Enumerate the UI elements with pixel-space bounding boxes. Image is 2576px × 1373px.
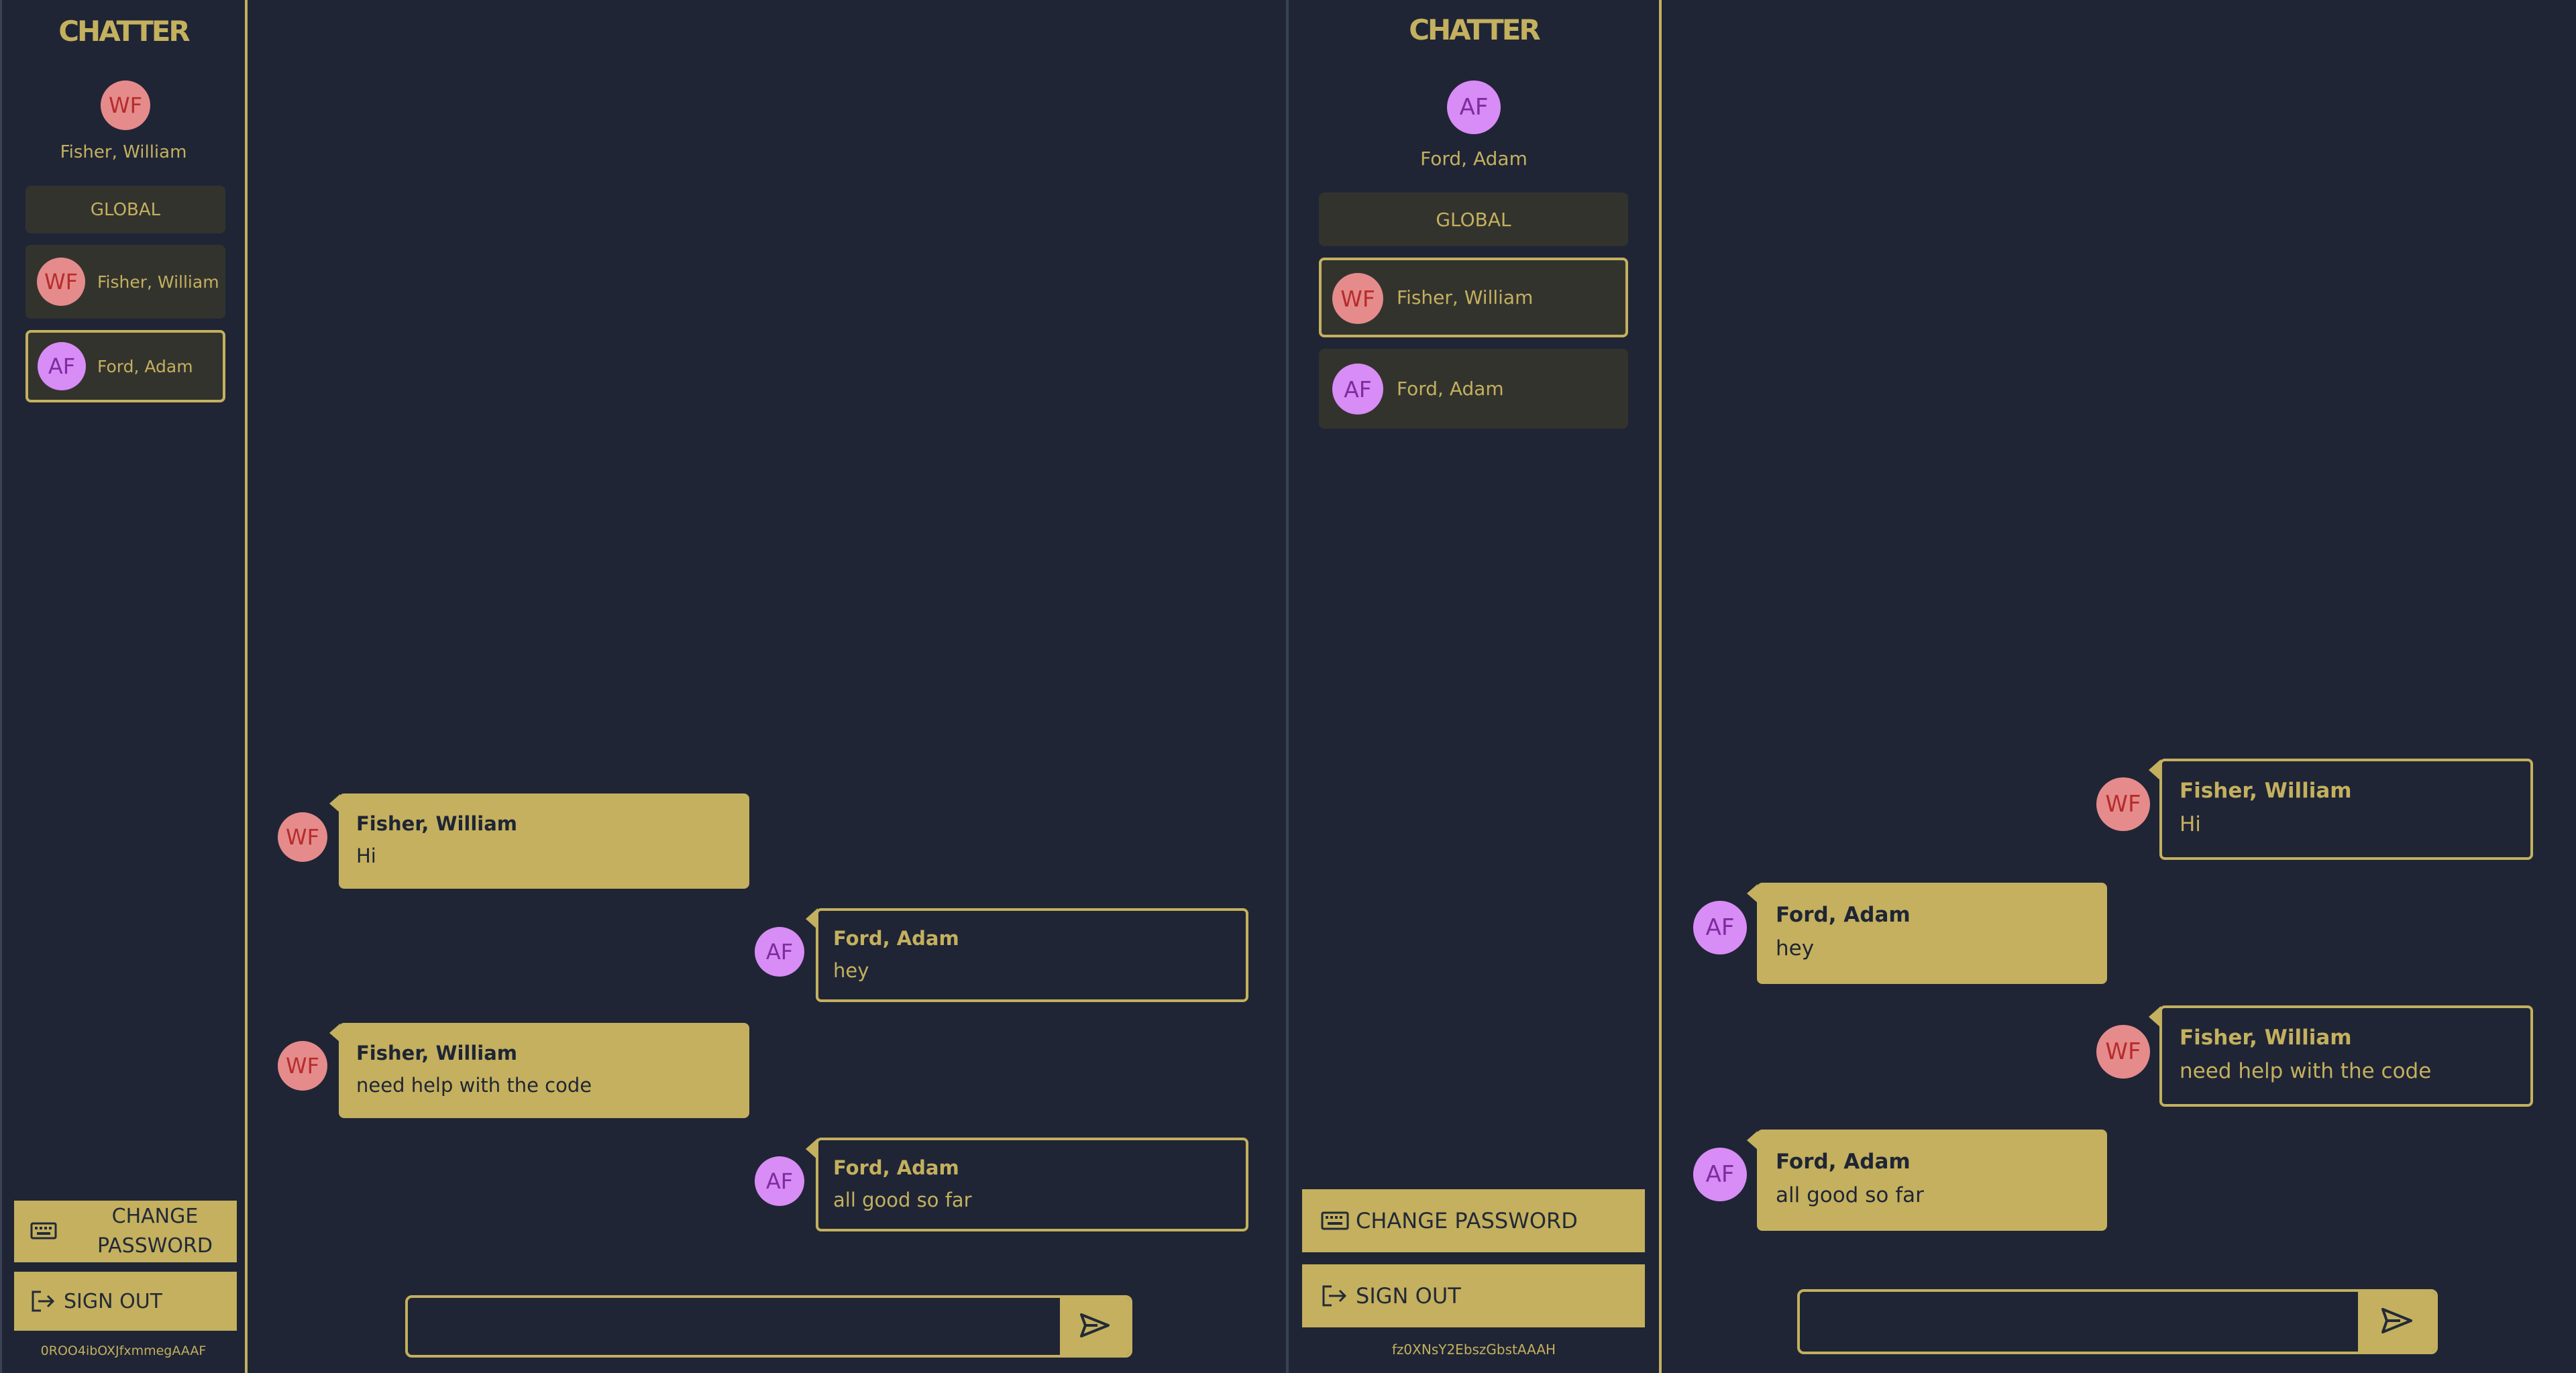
sign-out-label: SIGN OUT — [64, 1289, 163, 1313]
message-sender: Ford, Adam — [833, 927, 959, 950]
message-text: Hi — [356, 844, 376, 867]
send-icon — [2380, 1307, 2414, 1337]
send-icon — [1079, 1312, 1111, 1341]
sign-out-icon — [1321, 1284, 1348, 1311]
message-sender: Fisher, William — [2180, 1026, 2352, 1050]
contact-name: Fisher, William — [1397, 286, 1534, 309]
logo: CHATTER — [1409, 13, 1541, 46]
change-password-button[interactable]: CHANGE PASSWORD — [14, 1201, 237, 1262]
message-text: all good so far — [1776, 1183, 1924, 1207]
message-avatar: AF — [755, 1156, 804, 1206]
contact-avatar: AF — [1332, 364, 1383, 415]
contact-avatar: WF — [1332, 273, 1383, 324]
right-chat-window: CHATTER AF Ford, Adam GLOBAL WF Fisher, … — [1286, 0, 2576, 1373]
sign-out-icon — [30, 1289, 56, 1316]
sign-out-label: SIGN OUT — [1356, 1283, 1461, 1309]
global-channel-button[interactable]: GLOBAL — [25, 186, 225, 233]
message-composer — [1797, 1289, 2438, 1354]
change-password-button[interactable]: CHANGE PASSWORD — [1302, 1189, 1645, 1252]
change-password-label: CHANGE PASSWORD — [1356, 1208, 1578, 1233]
message-text: hey — [1776, 936, 1815, 960]
current-user-avatar: WF — [101, 80, 150, 130]
keyboard-icon — [30, 1221, 57, 1245]
message-bubble: Ford, Adam hey — [816, 908, 1248, 1002]
left-chat-window: CHATTER WF Fisher, William GLOBAL WF Fis… — [0, 0, 1286, 1373]
message-input[interactable] — [1800, 1292, 2363, 1352]
message-input[interactable] — [408, 1298, 1065, 1355]
message-bubble: Ford, Adam all good so far — [1757, 1130, 2107, 1231]
right-sidebar: CHATTER AF Ford, Adam GLOBAL WF Fisher, … — [1289, 0, 1662, 1373]
message-avatar: WF — [278, 1041, 327, 1091]
keyboard-icon — [1321, 1210, 1349, 1235]
global-channel-button[interactable]: GLOBAL — [1319, 193, 1628, 246]
message-sender: Fisher, William — [356, 812, 518, 835]
message-avatar: AF — [755, 927, 804, 977]
contact-name: Ford, Adam — [1397, 378, 1504, 400]
message-composer — [405, 1295, 1132, 1358]
message-bubble: Fisher, William need help with the code — [339, 1023, 749, 1118]
bubble-tail — [1747, 884, 1758, 903]
contact-ford-adam[interactable]: AF Ford, Adam — [1319, 349, 1628, 429]
contact-name: Fisher, William — [97, 272, 219, 292]
message-bubble: Fisher, William need help with the code — [2159, 1005, 2533, 1107]
message-sender: Ford, Adam — [833, 1156, 959, 1179]
message-text: need help with the code — [356, 1074, 592, 1097]
logo: CHATTER — [58, 15, 191, 48]
left-sidebar: CHATTER WF Fisher, William GLOBAL WF Fis… — [2, 0, 248, 1373]
message-avatar: AF — [1693, 901, 1747, 954]
message-bubble: Ford, Adam all good so far — [816, 1138, 1248, 1231]
message-text: all good so far — [833, 1189, 972, 1211]
message-text: hey — [833, 959, 869, 982]
session-id: 0ROO4ibOXJfxmmegAAAF — [40, 1343, 207, 1358]
message-avatar: WF — [2096, 777, 2150, 831]
current-user-avatar: AF — [1447, 80, 1501, 134]
contact-avatar: AF — [38, 342, 86, 390]
contact-fisher-william[interactable]: WF Fisher, William — [25, 245, 225, 319]
send-button[interactable] — [2358, 1292, 2435, 1352]
message-bubble: Ford, Adam hey — [1757, 883, 2107, 984]
message-bubble: Fisher, William Hi — [339, 793, 749, 889]
current-user-name: Ford, Adam — [1420, 148, 1527, 170]
contact-fisher-william[interactable]: WF Fisher, William — [1319, 258, 1628, 337]
current-user-name: Fisher, William — [60, 142, 187, 162]
change-password-label: CHANGE PASSWORD — [97, 1205, 213, 1258]
message-avatar: AF — [1693, 1148, 1747, 1201]
send-button[interactable] — [1060, 1298, 1130, 1355]
message-sender: Ford, Adam — [1776, 1150, 1911, 1174]
message-avatar: WF — [278, 812, 327, 862]
message-sender: Fisher, William — [2180, 779, 2352, 803]
sign-out-button[interactable]: SIGN OUT — [14, 1272, 237, 1331]
message-text: need help with the code — [2180, 1059, 2432, 1083]
contact-avatar: WF — [37, 258, 85, 306]
session-id: fz0XNsY2EbszGbstAAAH — [1391, 1341, 1556, 1358]
bubble-tail — [1747, 1131, 1758, 1150]
message-sender: Fisher, William — [356, 1042, 518, 1064]
message-sender: Ford, Adam — [1776, 903, 1911, 927]
message-bubble: Fisher, William Hi — [2159, 759, 2533, 860]
sign-out-button[interactable]: SIGN OUT — [1302, 1264, 1645, 1327]
contact-ford-adam[interactable]: AF Ford, Adam — [25, 330, 225, 402]
message-text: Hi — [2180, 812, 2201, 836]
contact-name: Ford, Adam — [97, 356, 193, 376]
message-avatar: WF — [2096, 1025, 2150, 1079]
